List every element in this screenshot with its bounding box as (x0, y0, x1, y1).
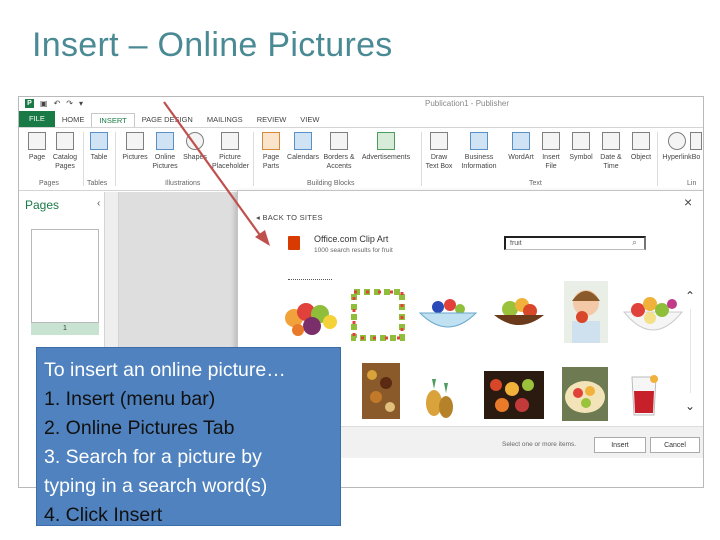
page-number: 1 (31, 323, 99, 335)
group-label-text: Text (529, 180, 542, 187)
photo-fruit-platter[interactable] (562, 367, 608, 421)
advertisements-button[interactable]: Advertisements (355, 132, 417, 162)
group-label-building-blocks: Building Blocks (307, 180, 355, 187)
pictures-icon (126, 132, 144, 150)
group-label-links: Lin (687, 180, 697, 187)
instruction-callout: To insert an online picture… 1. Insert (… (36, 347, 341, 526)
page-thumbnail[interactable] (31, 229, 99, 323)
photo-fruit-bowl[interactable] (488, 291, 550, 337)
clip-art-fruit-frame[interactable] (348, 286, 408, 344)
clip-art-fruit-basket[interactable] (282, 286, 340, 342)
object-button[interactable]: Object (623, 132, 659, 162)
source-title: Office.com Clip Art (314, 234, 389, 244)
insert-ribbon: Page Catalog Pages Table Pictures Online… (19, 127, 703, 191)
group-label-illustrations: Illustrations (165, 180, 201, 187)
photo-fruit-punch[interactable] (622, 367, 666, 423)
bookmark-button[interactable]: Bo (687, 132, 703, 162)
tab-page-design[interactable]: PAGE DESIGN (135, 113, 200, 127)
cancel-button[interactable]: Cancel (650, 437, 700, 453)
callout-line: 2. Online Pictures Tab (44, 417, 235, 439)
picture-placeholder-icon (221, 132, 239, 150)
back-to-sites-link[interactable]: ◂ BACK TO SITES (256, 213, 323, 222)
catalog-pages-button[interactable]: Catalog Pages (47, 132, 83, 171)
insert-button[interactable]: Insert (594, 437, 646, 453)
photo-dried-fruit[interactable] (362, 363, 400, 419)
clip-art-fruit-bowl[interactable] (416, 291, 480, 337)
customize-toolbar-icon[interactable]: ▾ (79, 99, 83, 108)
group-label-tables: Tables (87, 180, 108, 187)
omega-icon (572, 132, 590, 150)
calendars-button[interactable]: Calendars (285, 132, 321, 162)
tab-home[interactable]: HOME (55, 113, 92, 127)
calendars-icon (294, 132, 312, 150)
chevron-left-icon[interactable]: ‹ (97, 198, 100, 209)
picture-placeholder-button[interactable]: Picture Placeholder (212, 132, 249, 171)
tab-file[interactable]: FILE (19, 111, 55, 127)
globe-icon (668, 132, 686, 150)
group-label-pages: Pages (39, 180, 59, 187)
callout-line: typing in a search word(s) (44, 475, 268, 497)
search-icon[interactable]: ⌕ (632, 237, 637, 248)
title-bar: P ▣ ↶ ↷ ▾ Publication1 - Publisher (19, 97, 703, 111)
date-time-icon (602, 132, 620, 150)
page-parts-button[interactable]: Page Parts (253, 132, 289, 171)
text-box-icon (430, 132, 448, 150)
callout-line: To insert an online picture… (44, 359, 286, 381)
callout-line: 1. Insert (menu bar) (44, 388, 216, 410)
callout-line: 4. Click Insert (44, 504, 163, 526)
photo-fruit-salad[interactable] (620, 286, 686, 346)
window-title: Publication1 - Publisher (425, 99, 510, 108)
object-icon (632, 132, 650, 150)
undo-icon[interactable]: ↶ (54, 99, 61, 108)
wordart-icon (512, 132, 530, 150)
selection-note: Select one or more items. (502, 441, 577, 448)
business-information-button[interactable]: Business Information (461, 132, 497, 171)
slide-title: Insert – Online Pictures (32, 26, 393, 64)
scrollbar[interactable] (690, 309, 691, 393)
tab-view[interactable]: VIEW (293, 113, 326, 127)
bookmark-icon (690, 132, 702, 150)
scroll-up-icon[interactable]: ⌃ (685, 289, 695, 303)
publisher-logo-icon: P (25, 99, 34, 108)
photo-child-eating-apple[interactable] (564, 281, 608, 343)
shapes-icon (186, 132, 204, 150)
quick-access-toolbar: P ▣ ↶ ↷ ▾ (25, 99, 83, 108)
advertisements-icon (377, 132, 395, 150)
page-icon (28, 132, 46, 150)
save-icon[interactable]: ▣ (40, 99, 48, 108)
pages-pane-title: Pages (25, 198, 60, 212)
scroll-down-icon[interactable]: ⌄ (685, 399, 695, 413)
office-logo-icon (288, 236, 300, 250)
close-icon[interactable]: × (684, 194, 692, 210)
ribbon-tabs: FILE HOME INSERT PAGE DESIGN MAILINGS RE… (19, 111, 703, 127)
callout-line: 3. Search for a picture by (44, 446, 262, 468)
selection-indicator (288, 279, 332, 280)
table-icon (90, 132, 108, 150)
tab-insert[interactable]: INSERT (91, 113, 135, 127)
catalog-pages-icon (56, 132, 74, 150)
shapes-button[interactable]: Shapes (177, 132, 213, 162)
tab-review[interactable]: REVIEW (250, 113, 294, 127)
draw-text-box-button[interactable]: Draw Text Box (421, 132, 457, 171)
clip-art-pineapples[interactable] (420, 371, 458, 421)
redo-icon[interactable]: ↷ (66, 99, 73, 108)
page-parts-icon (262, 132, 280, 150)
photo-fruit-stand[interactable] (484, 371, 544, 419)
online-pictures-icon (156, 132, 174, 150)
result-count: 1000 search results for fruit (314, 247, 393, 254)
table-button[interactable]: Table (81, 132, 117, 162)
borders-accents-button[interactable]: Borders & Accents (321, 132, 357, 171)
borders-accents-icon (330, 132, 348, 150)
business-information-icon (470, 132, 488, 150)
tab-mailings[interactable]: MAILINGS (200, 113, 250, 127)
insert-file-icon (542, 132, 560, 150)
search-input[interactable] (504, 236, 646, 250)
